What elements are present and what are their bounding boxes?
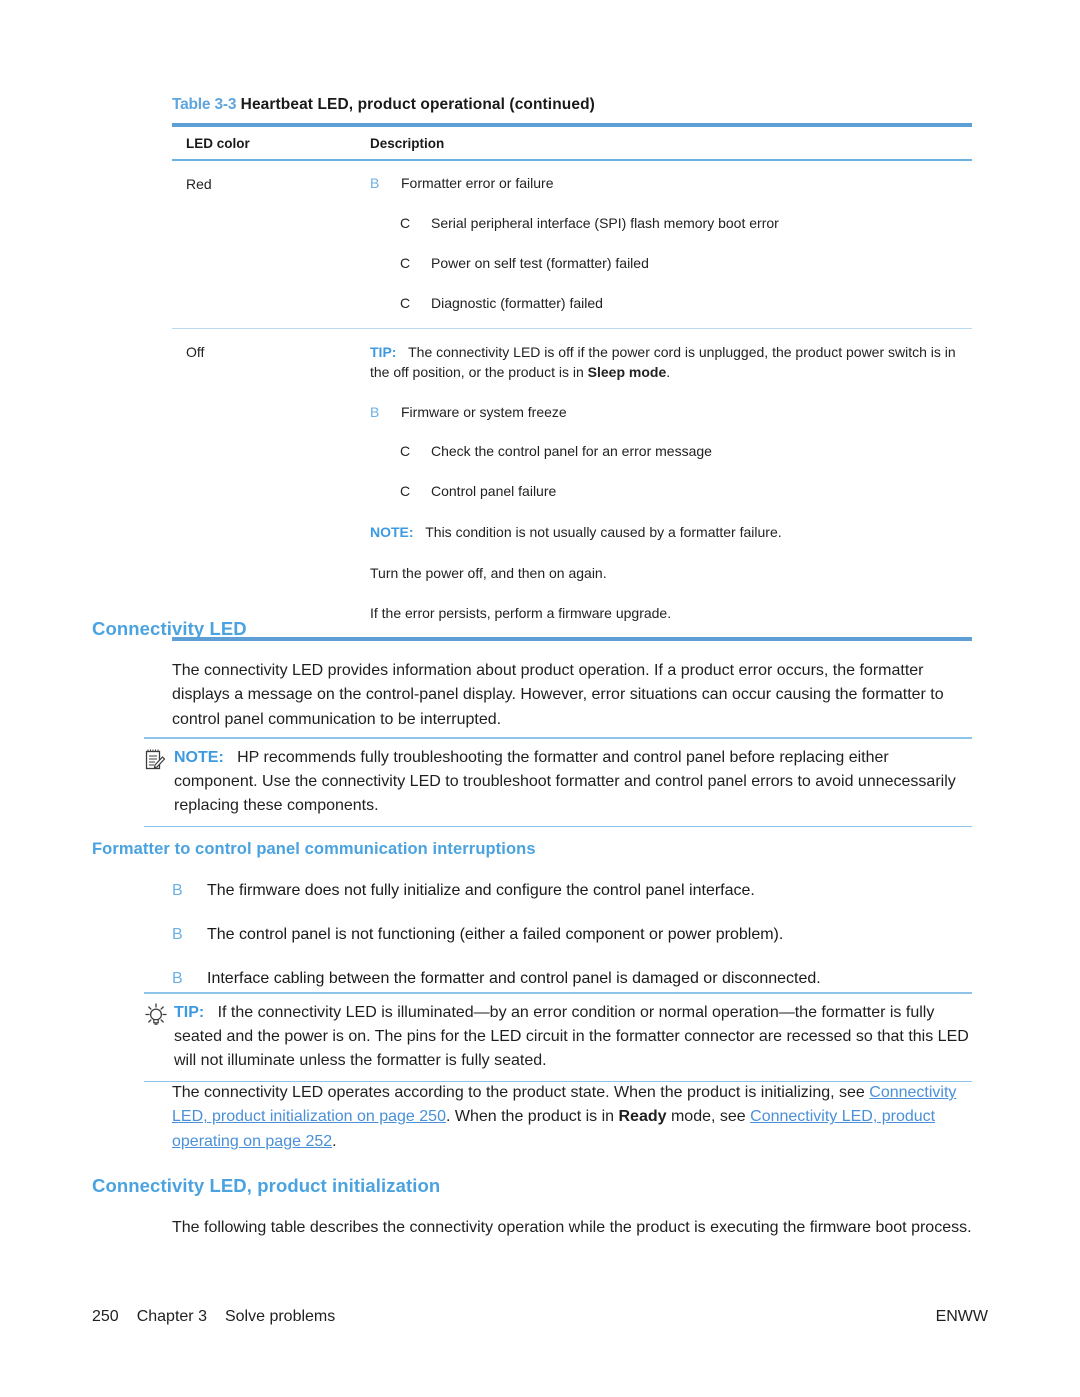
section-heading-connectivity-led-init: Connectivity LED, product initialization: [92, 1175, 441, 1196]
bullet-text: Check the control panel for an error mes…: [431, 443, 712, 460]
note-callout-text: NOTE: HP recommends fully troubleshootin…: [174, 746, 972, 818]
bullet-text: Control panel failure: [431, 483, 557, 500]
table-caption-title: Heartbeat LED, product operational (cont…: [240, 96, 595, 113]
bullet-marker: B: [370, 403, 380, 420]
heartbeat-led-table: Table 3-3 Heartbeat LED, product operati…: [172, 96, 972, 642]
bullet-marker: B: [172, 970, 183, 987]
section2-body-paragraph: The following table describes the connec…: [172, 1219, 972, 1236]
cell-led-color: Red: [186, 176, 212, 192]
tip-callout-text: TIP: If the connectivity LED is illumina…: [174, 1001, 972, 1073]
tip-label: TIP:: [370, 344, 397, 360]
list-item: B Interface cabling between the formatte…: [172, 967, 972, 991]
section-intro-paragraph: The connectivity LED provides informatio…: [172, 662, 944, 728]
list-item-text: The control panel is not functioning (ei…: [207, 926, 784, 943]
bullet-marker: B: [172, 926, 183, 943]
bullet-marker: B: [370, 175, 380, 191]
xref-text-1: The connectivity LED operates according …: [172, 1084, 870, 1101]
page-footer: 250 Chapter 3 Solve problems ENWW: [92, 1308, 988, 1326]
tip-text-bold: Sleep mode: [587, 364, 667, 381]
tip-callout: TIP: If the connectivity LED is illumina…: [144, 992, 972, 1082]
table-row: Red B Formatter error or failure C Seria…: [172, 161, 972, 328]
note-callout-body: HP recommends fully troubleshooting the …: [174, 748, 956, 814]
note-icon: [144, 746, 174, 818]
xref-text-4: .: [332, 1132, 337, 1150]
cell-description: B Formatter error or failure C Serial pe…: [370, 174, 972, 314]
bullet-item: C Serial peripheral interface (SPI) flas…: [400, 214, 972, 234]
document-page: Table 3-3 Heartbeat LED, product operati…: [0, 0, 1080, 1397]
table-header-row: LED color Description: [172, 127, 972, 159]
table-header-description: Description: [370, 136, 445, 151]
table-bottom-rule: [172, 637, 972, 642]
note-inline: NOTE: This condition is not usually caus…: [370, 522, 972, 542]
tip-note: TIP: The connectivity LED is off if the …: [370, 342, 972, 383]
bullet-marker: B: [172, 882, 183, 899]
note-callout-label: NOTE:: [174, 748, 224, 766]
bullet-marker: C: [400, 214, 411, 231]
note-callout-bottom-rule: [144, 825, 972, 827]
cross-reference-paragraph: The connectivity LED operates according …: [172, 1081, 972, 1154]
list-item: B The control panel is not functioning (…: [172, 923, 972, 947]
bullet-text: Firmware or system freeze: [401, 403, 567, 420]
bullet-item: C Control panel failure: [400, 482, 972, 502]
post-note-line-2: If the error persists, perform a firmwar…: [370, 604, 672, 621]
bullet-marker: C: [400, 483, 411, 500]
cell-led-color: Off: [186, 344, 205, 360]
bullet-text: Serial peripheral interface (SPI) flash …: [431, 214, 779, 231]
xref-bold-ready: Ready: [618, 1108, 667, 1126]
bullet-item: C Power on self test (formatter) failed: [400, 254, 972, 274]
list-item-text: Interface cabling between the formatter …: [207, 970, 821, 987]
cell-description: TIP: The connectivity LED is off if the …: [370, 342, 972, 623]
bullet-marker: C: [400, 443, 411, 460]
footer-page-number: 250: [92, 1308, 119, 1325]
bullet-item: C Diagnostic (formatter) failed: [400, 294, 972, 314]
bullet-item: B Formatter error or failure: [370, 174, 972, 194]
xref-text-2: . When the product is in: [445, 1108, 619, 1126]
xref-text-3: mode, see: [666, 1108, 751, 1126]
bullet-marker: C: [400, 254, 411, 271]
table-caption: Table 3-3 Heartbeat LED, product operati…: [172, 96, 972, 114]
section-heading-connectivity-led: Connectivity LED: [92, 618, 247, 639]
list-item: B The firmware does not fully initialize…: [172, 879, 972, 903]
note-callout: NOTE: HP recommends fully troubleshootin…: [144, 737, 972, 827]
table-row: Off TIP: The connectivity LED is off if …: [172, 329, 972, 637]
post-note-line-1: Turn the power off, and then on again.: [370, 564, 607, 581]
bullet-text: Diagnostic (formatter) failed: [431, 294, 603, 311]
footer-right-label: ENWW: [935, 1308, 988, 1325]
table-header-led-color: LED color: [186, 136, 250, 151]
bullet-text: Power on self test (formatter) failed: [431, 254, 649, 271]
bullet-item: C Check the control panel for an error m…: [400, 442, 972, 462]
note-text: This condition is not usually caused by …: [425, 524, 782, 541]
list-item-text: The firmware does not fully initialize a…: [207, 882, 755, 899]
note-label: NOTE:: [370, 524, 414, 541]
bullet-text: Formatter error or failure: [401, 175, 554, 191]
footer-chapter-title: Solve problems: [224, 1308, 336, 1325]
tip-callout-label: TIP:: [174, 1003, 205, 1021]
footer-chapter: Chapter 3: [136, 1308, 207, 1325]
table-caption-number: Table 3-3: [172, 96, 237, 113]
bullet-item: B Firmware or system freeze: [370, 403, 972, 423]
tip-lightbulb-icon: [144, 1001, 174, 1073]
bullet-marker: C: [400, 294, 411, 311]
tip-text-b: .: [666, 364, 671, 381]
subheading-formatter-interruptions: Formatter to control panel communication…: [92, 840, 536, 858]
tip-callout-body: If the connectivity LED is illuminated—b…: [174, 1003, 969, 1069]
